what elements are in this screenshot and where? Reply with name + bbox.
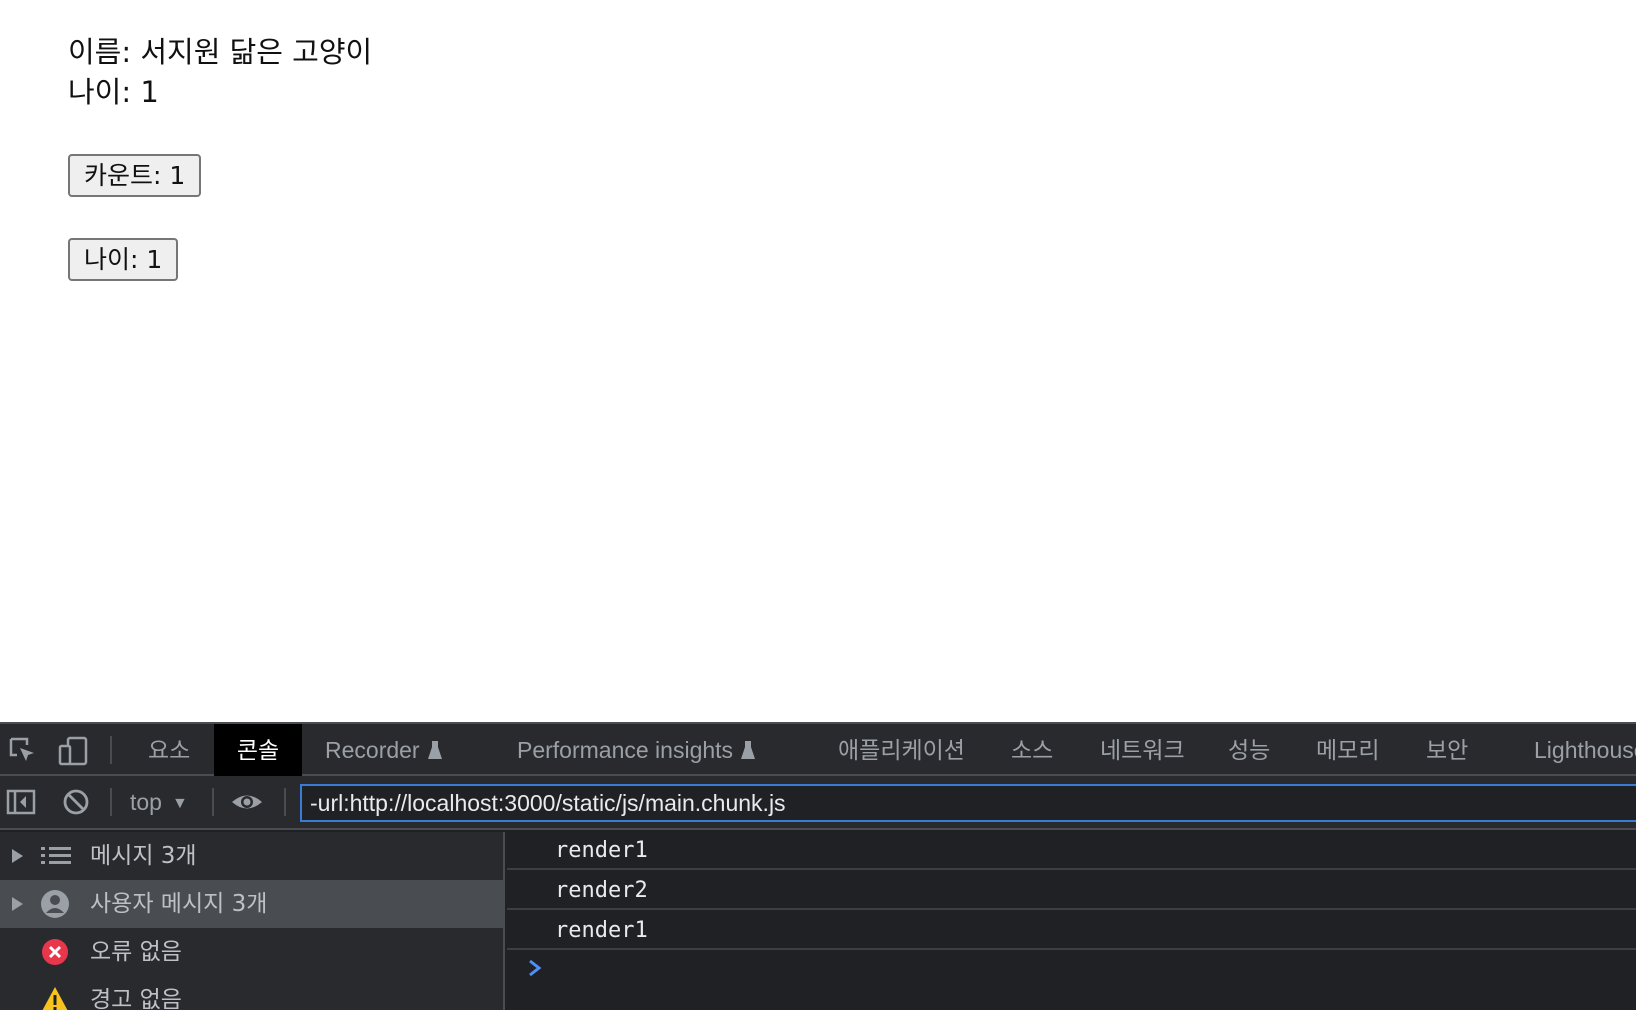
sidebar-item-label: 경고 없음 [90,987,182,1010]
cat-age-text: 나이: 1 [68,75,159,109]
expand-arrow-icon[interactable] [10,848,24,864]
cat-name-text: 이름: 서지원 닮은 고양이 [68,35,373,69]
sidebar-item-warnings[interactable]: 경고 없음 [0,976,503,1010]
age-button[interactable]: 나이: 1 [68,238,179,281]
tab-lighthouse[interactable]: Lighthouse [1518,724,1636,776]
console-filter-input[interactable]: -url:http://localhost:3000/static/js/mai… [300,784,1636,822]
console-prompt-icon[interactable] [525,956,545,980]
sidebar-item-label: 사용자 메시지 3개 [90,891,268,917]
user-icon [41,890,69,918]
console-log-row: render2 [507,872,1636,910]
warning-icon [42,987,68,1010]
sidebar-item-messages[interactable]: 메시지 3개 [0,832,503,880]
toolbar-divider [284,788,286,816]
sidebar-item-user-messages[interactable]: 사용자 메시지 3개 [0,880,503,928]
console-sidebar: 메시지 3개 사용자 메시지 3개 오류 없음 경고 없음 [0,832,505,1010]
console-log-row: render1 [507,912,1636,950]
console-log-row: render1 [507,832,1636,870]
tab-application[interactable]: 애플리케이션 [822,724,981,776]
chevron-down-icon: ▼ [171,795,188,812]
tab-security[interactable]: 보안 [1410,724,1484,776]
sidebar-item-label: 오류 없음 [90,939,182,965]
tab-recorder[interactable]: Recorder [309,724,458,776]
tab-recorder-label: Recorder [325,737,420,763]
experimental-flask-icon [427,741,442,759]
sidebar-item-label: 메시지 3개 [90,843,197,869]
expand-arrow-icon[interactable] [10,896,24,912]
device-toolbar-icon[interactable] [56,734,90,768]
context-selector[interactable]: top ▼ [116,776,202,828]
tab-sources[interactable]: 소스 [995,724,1069,776]
tab-performance-insights-label: Performance insights [517,737,734,763]
tab-console[interactable]: 콘솔 [214,724,302,776]
tab-elements[interactable]: 요소 [132,724,206,776]
sidebar-item-errors[interactable]: 오류 없음 [0,928,503,976]
eye-icon[interactable] [230,785,264,819]
tab-performance-insights[interactable]: Performance insights [501,724,771,776]
console-output: render1 render2 render1 [507,832,1636,1010]
web-page: 이름: 서지원 닮은 고양이 나이: 1 카운트: 1 나이: 1 [0,0,1636,722]
toolbar-divider [212,788,214,816]
toolbar-divider [110,736,112,764]
error-icon [42,939,68,965]
inspect-element-icon[interactable] [6,734,40,768]
tab-performance[interactable]: 성능 [1212,724,1286,776]
context-selector-value: top [130,789,162,815]
sidebar-toggle-icon[interactable] [4,785,38,819]
experimental-flask-icon [741,741,756,759]
list-icon [41,847,71,864]
toolbar-divider [110,788,112,816]
console-toolbar: top ▼ -url:http://localhost:3000/static/j… [0,776,1636,830]
tab-network[interactable]: 네트워크 [1084,724,1201,776]
count-button[interactable]: 카운트: 1 [68,154,202,197]
clear-console-icon[interactable] [59,785,93,819]
devtools-tabbar: 요소 콘솔 Recorder Performance insights 애플리케… [0,722,1636,776]
tab-memory[interactable]: 메모리 [1300,724,1395,776]
devtools-panel: 요소 콘솔 Recorder Performance insights 애플리케… [0,722,1636,1010]
